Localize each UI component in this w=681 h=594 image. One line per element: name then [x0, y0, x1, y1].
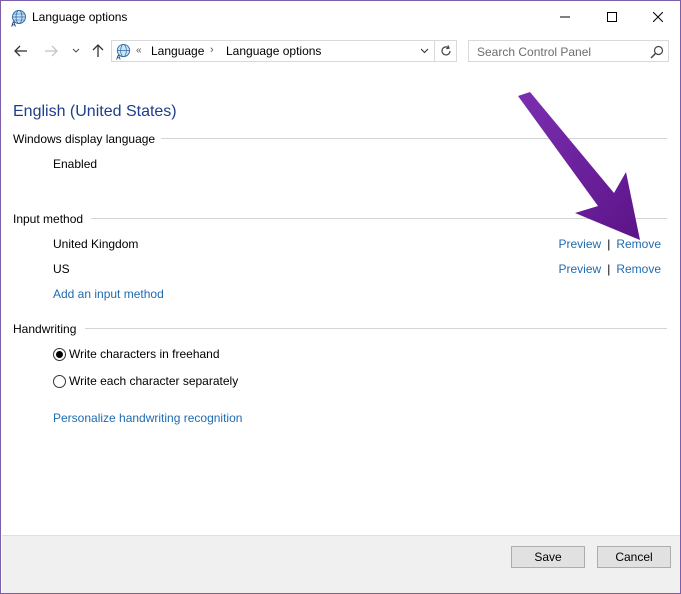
preview-link[interactable]: Preview	[559, 262, 602, 276]
save-button[interactable]: Save	[511, 546, 585, 568]
language-heading: English (United States)	[13, 103, 177, 120]
address-bar[interactable]: A « Language › Language options	[111, 40, 435, 62]
link-separator: |	[607, 262, 611, 276]
language-globe-icon: A	[115, 43, 132, 62]
search-box[interactable]: Search Control Panel	[468, 40, 669, 62]
breadcrumb-language[interactable]: Language	[151, 44, 204, 58]
up-button[interactable]	[89, 41, 107, 61]
arrow-up-icon	[92, 44, 104, 57]
remove-link[interactable]: Remove	[616, 237, 661, 251]
handwriting-heading: Handwriting	[13, 322, 77, 336]
language-globe-icon: A	[10, 9, 28, 29]
breadcrumb-language-options[interactable]: Language options	[226, 44, 321, 58]
back-button[interactable]	[12, 41, 30, 61]
search-placeholder[interactable]: Search Control Panel	[477, 45, 591, 59]
maximize-icon	[607, 12, 617, 22]
refresh-button[interactable]	[435, 40, 457, 62]
section-divider	[91, 218, 667, 219]
arrow-right-icon	[45, 45, 58, 57]
close-icon	[653, 12, 663, 22]
preview-link[interactable]: Preview	[559, 237, 602, 251]
language-options-window: A Language options A « Language › Langua…	[0, 0, 681, 594]
chevron-down-icon	[420, 48, 428, 54]
radio-button-selected[interactable]	[53, 347, 66, 361]
breadcrumb-overflow[interactable]: «	[136, 45, 141, 56]
remove-link[interactable]: Remove	[616, 262, 661, 276]
window-title: Language options	[32, 10, 128, 24]
input-method-heading: Input method	[13, 212, 84, 226]
title-bar: A Language options	[1, 1, 680, 33]
input-method-name: United Kingdom	[53, 237, 139, 251]
breadcrumb-separator-icon[interactable]: ›	[210, 44, 214, 56]
handwriting-option-separately[interactable]: Write each character separately	[53, 374, 238, 388]
refresh-icon	[440, 45, 451, 56]
forward-button[interactable]	[42, 41, 60, 61]
chevron-down-icon	[72, 48, 80, 53]
display-language-status: Enabled	[53, 157, 98, 171]
svg-text:A: A	[116, 55, 121, 60]
close-button[interactable]	[635, 1, 681, 33]
radio-label[interactable]: Write each character separately	[69, 374, 238, 388]
display-language-heading: Windows display language	[13, 132, 156, 146]
dialog-footer: Save Cancel	[2, 535, 680, 593]
maximize-button[interactable]	[589, 1, 635, 33]
section-divider	[85, 328, 667, 329]
input-method-actions: Preview | Remove	[559, 262, 662, 276]
personalize-handwriting-link[interactable]: Personalize handwriting recognition	[53, 411, 242, 425]
search-icon[interactable]	[650, 45, 664, 59]
cancel-button[interactable]: Cancel	[597, 546, 671, 568]
input-method-actions: Preview | Remove	[559, 237, 662, 251]
radio-label[interactable]: Write characters in freehand	[69, 347, 220, 361]
link-separator: |	[607, 237, 611, 251]
minimize-icon	[560, 16, 570, 18]
input-method-name: US	[53, 262, 70, 276]
radio-button[interactable]	[53, 374, 66, 388]
add-input-method-link[interactable]: Add an input method	[53, 287, 164, 301]
address-dropdown-button[interactable]	[417, 44, 431, 58]
minimize-button[interactable]	[542, 1, 588, 33]
recent-locations-button[interactable]	[67, 41, 85, 61]
navigation-bar: A « Language › Language options Search C…	[1, 37, 680, 65]
section-divider	[161, 138, 667, 139]
svg-text:A: A	[11, 22, 16, 28]
arrow-left-icon	[14, 45, 27, 57]
handwriting-option-freehand[interactable]: Write characters in freehand	[53, 347, 220, 361]
